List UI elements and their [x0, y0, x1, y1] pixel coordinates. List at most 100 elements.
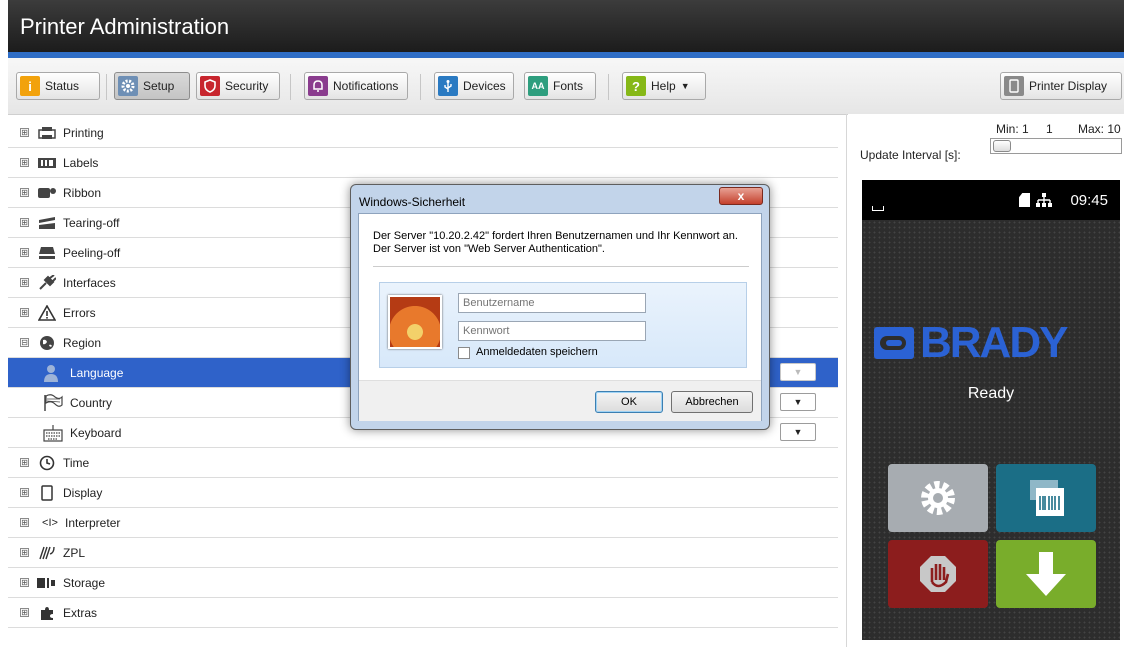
setup-button[interactable]: Setup	[114, 72, 190, 100]
labels-icon	[1030, 480, 1064, 516]
remember-credentials-label: Anmeldedaten speichern	[476, 346, 598, 358]
tree-item-label: Errors	[63, 305, 96, 320]
pane-divider	[846, 114, 847, 647]
password-field[interactable]	[458, 321, 646, 341]
sd-card-icon	[1019, 193, 1030, 207]
tree-item-label: Peeling-off	[63, 245, 121, 260]
credential-tile: Anmeldedaten speichern	[379, 282, 747, 368]
tree-item-label: ZPL	[63, 545, 86, 560]
tear-off-icon	[37, 215, 57, 231]
tree-item-extras[interactable]: ⊞ Extras	[8, 598, 838, 628]
status-button-label: Status	[45, 79, 80, 93]
fonts-button-label: Fonts	[553, 79, 584, 93]
remember-credentials-checkbox[interactable]	[458, 347, 470, 359]
windows-security-dialog: Windows-Sicherheit x Der Server "10.20.2…	[350, 184, 770, 430]
expand-icon[interactable]: ⊞	[20, 608, 29, 617]
expand-icon[interactable]: ⊞	[20, 578, 29, 587]
fonts-button[interactable]: AA Fonts	[524, 72, 596, 100]
display-status-text: Ready	[967, 385, 1015, 402]
tree-item-label: Language	[70, 365, 124, 380]
brady-logo-text: BRADY	[920, 318, 1068, 367]
security-button[interactable]: Security	[196, 72, 280, 100]
country-select[interactable]: ▼	[780, 393, 816, 411]
network-icon	[1036, 193, 1052, 210]
display-feed-tile[interactable]	[996, 540, 1096, 608]
language-select[interactable]: ▼	[780, 363, 816, 381]
devices-button[interactable]: Devices	[434, 72, 514, 100]
info-icon: i	[20, 76, 40, 96]
interval-min-label: Min: 1	[996, 122, 1029, 136]
expand-icon[interactable]: ⊞	[20, 278, 29, 287]
tree-item-label: Time	[63, 455, 90, 470]
expand-icon[interactable]: ⊞	[20, 458, 29, 467]
zpl-icon	[37, 545, 57, 561]
expand-icon[interactable]: ⊞	[20, 248, 29, 257]
setup-button-label: Setup	[143, 79, 175, 93]
update-interval-panel: Min: 1 1 Max: 10 Update Interval [s]:	[848, 114, 1124, 172]
username-field[interactable]	[458, 293, 646, 313]
help-button-label: Help	[651, 79, 676, 93]
notifications-button[interactable]: Notifications	[304, 72, 408, 100]
devices-button-label: Devices	[463, 79, 506, 93]
printer-display-button[interactable]: Printer Display	[1000, 72, 1122, 100]
expand-icon[interactable]: ⊞	[20, 128, 29, 137]
dialog-close-button[interactable]: x	[719, 187, 763, 205]
stop-hand-icon	[920, 556, 956, 592]
main-toolbar: i Status Setup Security Notifications De…	[8, 58, 1124, 115]
display-stop-tile[interactable]	[888, 540, 988, 608]
clock-icon	[37, 455, 57, 471]
status-button[interactable]: i Status	[16, 72, 100, 100]
tree-item-label: Labels	[63, 155, 99, 170]
app-header: Printer Administration	[8, 0, 1124, 52]
labels-icon	[37, 155, 57, 171]
shield-icon	[200, 76, 220, 96]
expand-icon[interactable]: ⊞	[20, 488, 29, 497]
tree-item-label: Extras	[63, 605, 98, 620]
font-icon: AA	[528, 76, 548, 96]
dialog-divider	[373, 266, 749, 267]
ok-button[interactable]: OK	[595, 391, 663, 413]
tree-item-printing[interactable]: ⊞ Printing	[8, 118, 838, 148]
tree-item-label: Region	[63, 335, 102, 350]
dialog-title: Windows-Sicherheit	[359, 195, 466, 209]
tree-item-zpl[interactable]: ⊞ ZPL	[8, 538, 838, 568]
peel-off-icon	[37, 245, 57, 261]
display-clock: 09:45	[1070, 192, 1108, 209]
tree-item-labels[interactable]: ⊞ Labels	[8, 148, 838, 178]
interval-value: 1	[1046, 122, 1053, 136]
expand-icon[interactable]: ⊞	[20, 188, 29, 197]
plug-icon	[37, 274, 57, 291]
tree-item-label: Interfaces	[63, 275, 116, 290]
cancel-button[interactable]: Abbrechen	[671, 391, 753, 413]
expand-icon[interactable]: ⊞	[20, 548, 29, 557]
tree-item-storage[interactable]: ⊞ Storage	[8, 568, 838, 598]
flag-icon	[42, 393, 64, 413]
interval-slider[interactable]	[990, 138, 1122, 154]
collapse-icon[interactable]: ⊟	[20, 338, 29, 347]
help-icon: ?	[626, 76, 646, 96]
security-button-label: Security	[225, 79, 269, 93]
display-labels-tile[interactable]	[996, 464, 1096, 532]
expand-icon[interactable]: ⊞	[20, 518, 29, 527]
interval-max-label: Max: 10	[1078, 122, 1121, 136]
interpreter-icon: <I>	[42, 516, 58, 529]
ribbon-icon	[37, 185, 57, 201]
storage-icon	[37, 575, 57, 591]
expand-icon[interactable]: ⊞	[20, 218, 29, 227]
tree-item-display[interactable]: ⊞ Display	[8, 478, 838, 508]
tree-item-time[interactable]: ⊞ Time	[8, 448, 838, 478]
user-avatar	[388, 295, 442, 349]
help-button[interactable]: ? Help ▼	[622, 72, 706, 100]
tree-item-label: Interpreter	[65, 515, 121, 530]
display-settings-tile[interactable]	[888, 464, 988, 532]
keyboard-select[interactable]: ▼	[780, 423, 816, 441]
dialog-body: Der Server "10.20.2.42" fordert Ihren Be…	[358, 213, 762, 421]
expand-icon[interactable]: ⊞	[20, 158, 29, 167]
dialog-message-line-2: Der Server ist von "Web Server Authentic…	[373, 243, 605, 255]
slider-handle[interactable]	[993, 140, 1011, 152]
printer-icon	[37, 125, 57, 141]
interval-label: Update Interval [s]:	[860, 148, 961, 162]
expand-icon[interactable]: ⊞	[20, 308, 29, 317]
warning-icon	[37, 304, 57, 321]
tree-item-interpreter[interactable]: ⊞ <I> Interpreter	[8, 508, 838, 538]
